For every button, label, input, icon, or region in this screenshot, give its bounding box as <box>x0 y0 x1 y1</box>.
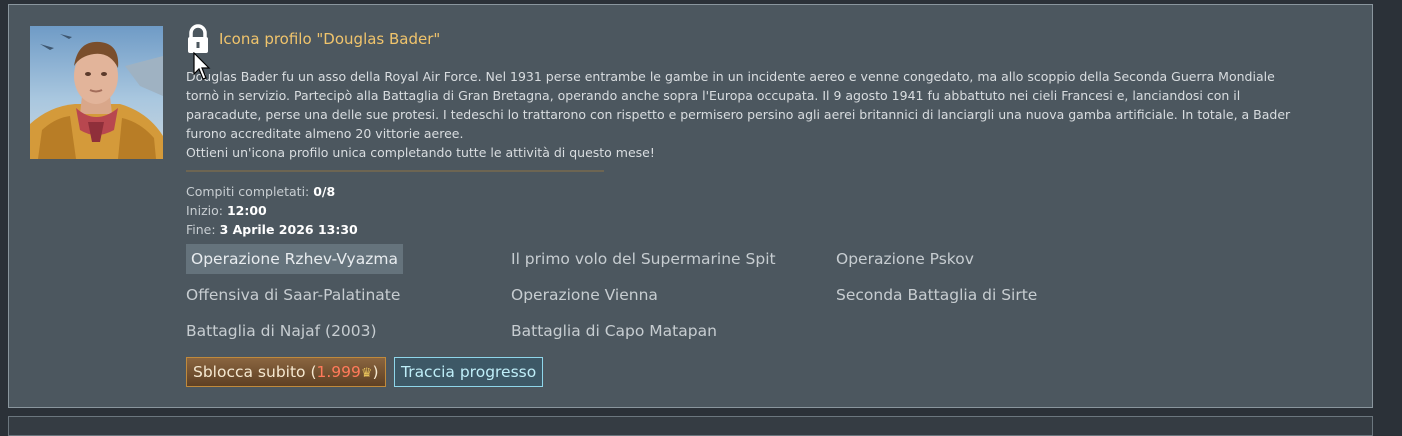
description-line: tornò in servizio. Partecipò alla Battag… <box>186 88 1241 103</box>
unlock-button-close: ) <box>372 363 379 381</box>
profile-title: Icona profilo "Douglas Bader" <box>219 30 441 48</box>
unlock-button-label: Sblocca subito ( <box>193 363 317 381</box>
section-divider <box>186 170 604 172</box>
tasks-completed-value: 0/8 <box>313 184 336 199</box>
end-label: Fine: <box>186 222 216 237</box>
unlock-price: 1.999 <box>316 363 361 381</box>
start-row: Inizio: 12:00 <box>186 201 358 220</box>
next-panel <box>8 416 1373 436</box>
unlock-now-button[interactable]: Sblocca subito (1.999♛) <box>186 357 386 387</box>
operation-item[interactable]: Operazione Vienna <box>511 280 658 310</box>
operation-item[interactable]: Operazione Pskov <box>836 244 974 274</box>
operation-item[interactable]: Operazione Rzhev-Vyazma <box>186 244 403 274</box>
track-progress-button[interactable]: Traccia progresso <box>394 357 544 387</box>
description-line: paracadute, perse una delle sue protesi.… <box>186 107 1291 122</box>
operation-item[interactable]: Battaglia di Capo Matapan <box>511 316 717 346</box>
operation-item[interactable]: Seconda Battaglia di Sirte <box>836 280 1037 310</box>
operation-item[interactable]: Offensiva di Saar-Palatinate <box>186 280 400 310</box>
mouse-cursor-icon <box>193 51 213 82</box>
golden-eagle-icon: ♛ <box>360 366 373 381</box>
end-row: Fine: 3 Aprile 2026 13:30 <box>186 220 358 239</box>
description-line: Ottieni un'icona profilo unica completan… <box>186 145 655 160</box>
profile-description: Douglas Bader fu un asso della Royal Air… <box>186 67 1306 162</box>
event-stats: Compiti completati: 0/8 Inizio: 12:00 Fi… <box>186 182 358 239</box>
description-line: furono accreditate almeno 20 vittorie ae… <box>186 126 464 141</box>
tasks-completed-row: Compiti completati: 0/8 <box>186 182 358 201</box>
end-value: 3 Aprile 2026 13:30 <box>219 222 358 237</box>
operation-item[interactable]: Battaglia di Najaf (2003) <box>186 316 377 346</box>
douglas-bader-portrait <box>30 26 163 159</box>
start-label: Inizio: <box>186 203 223 218</box>
tasks-completed-label: Compiti completati: <box>186 184 310 199</box>
description-line: Douglas Bader fu un asso della Royal Air… <box>186 69 1275 84</box>
operations-list: Operazione Rzhev-Vyazma Il primo volo de… <box>186 244 1186 344</box>
operation-item[interactable]: Il primo volo del Supermarine Spit <box>511 244 776 274</box>
start-value: 12:00 <box>226 203 267 218</box>
